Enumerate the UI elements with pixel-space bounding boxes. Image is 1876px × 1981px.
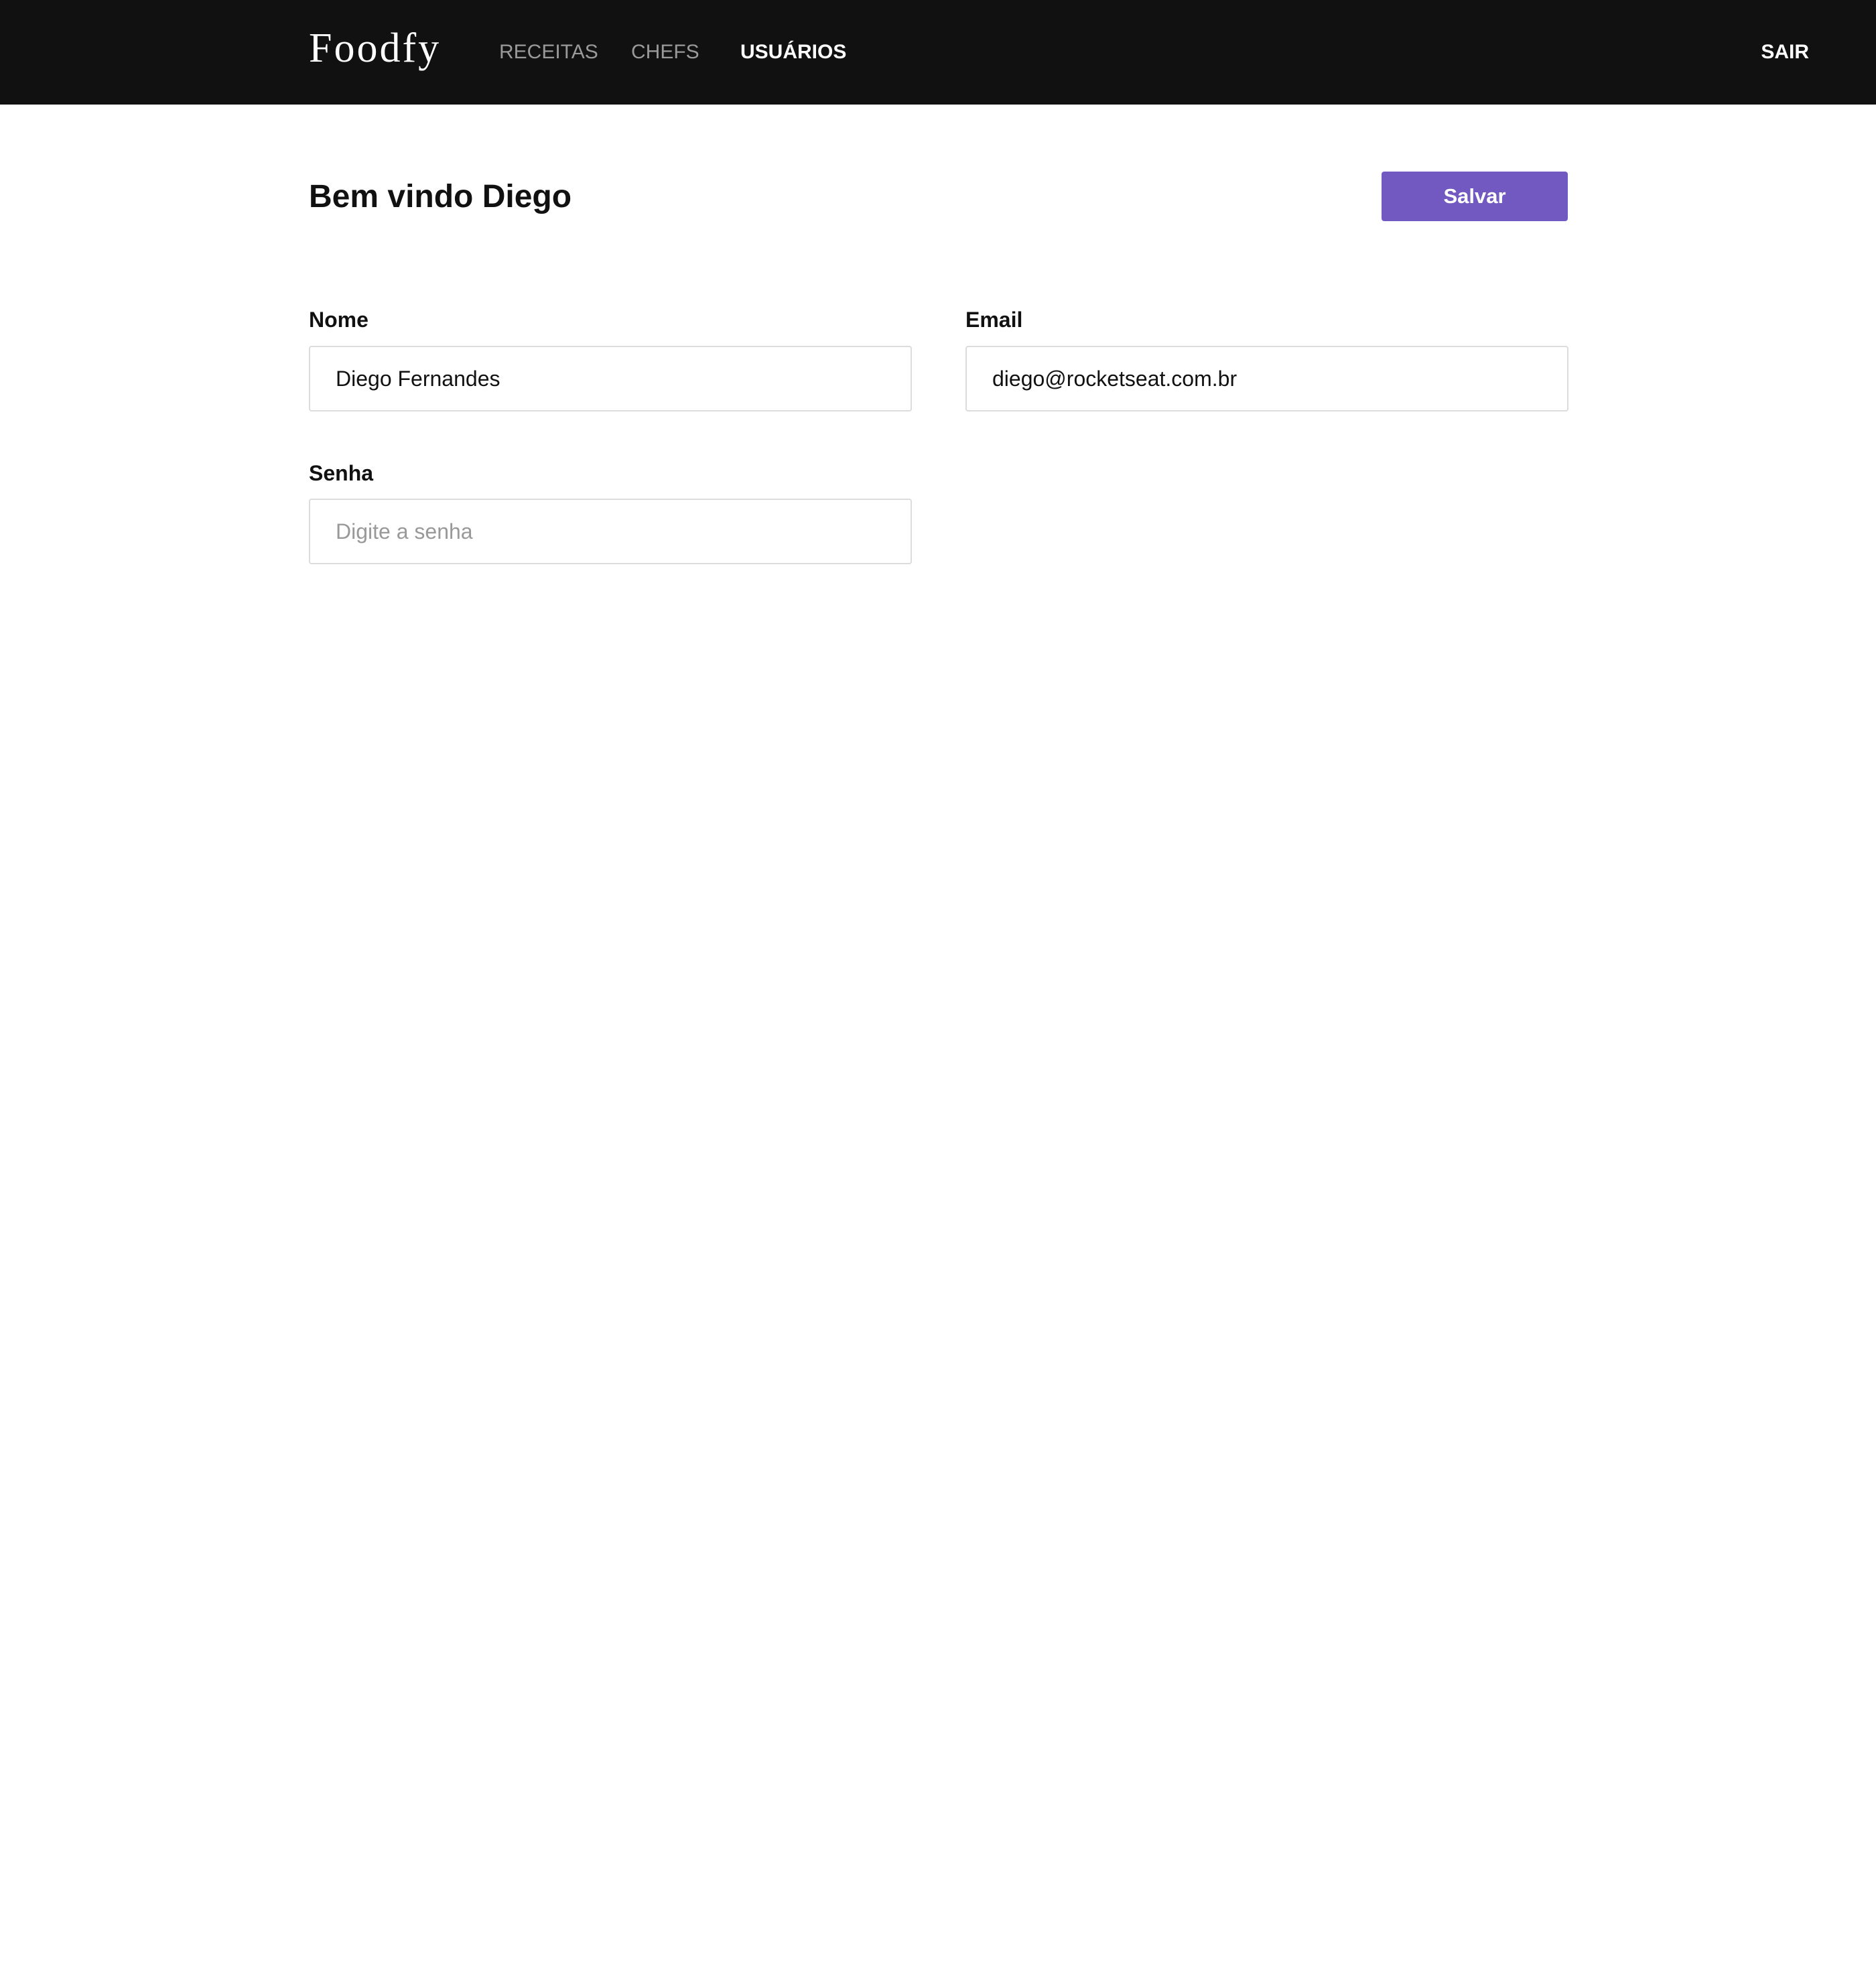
save-button[interactable]: Salvar <box>1382 172 1568 221</box>
nav-link-receitas[interactable]: RECEITAS <box>499 38 598 67</box>
nav-link-chefs[interactable]: CHEFS <box>631 38 699 67</box>
nav-link-usuarios[interactable]: USUÁRIOS <box>740 38 846 67</box>
password-input[interactable] <box>309 499 912 564</box>
foodfy-logo[interactable]: Foodfy <box>309 21 441 75</box>
email-label: Email <box>965 308 1023 332</box>
name-input[interactable] <box>309 346 912 411</box>
email-input[interactable] <box>965 346 1568 411</box>
top-navigation-bar: Foodfy RECEITAS CHEFS USUÁRIOS SAIR <box>0 0 1876 105</box>
name-label: Nome <box>309 308 368 332</box>
page-title: Bem vindo Diego <box>309 179 572 214</box>
logout-link[interactable]: SAIR <box>1761 38 1809 67</box>
password-label: Senha <box>309 461 374 485</box>
